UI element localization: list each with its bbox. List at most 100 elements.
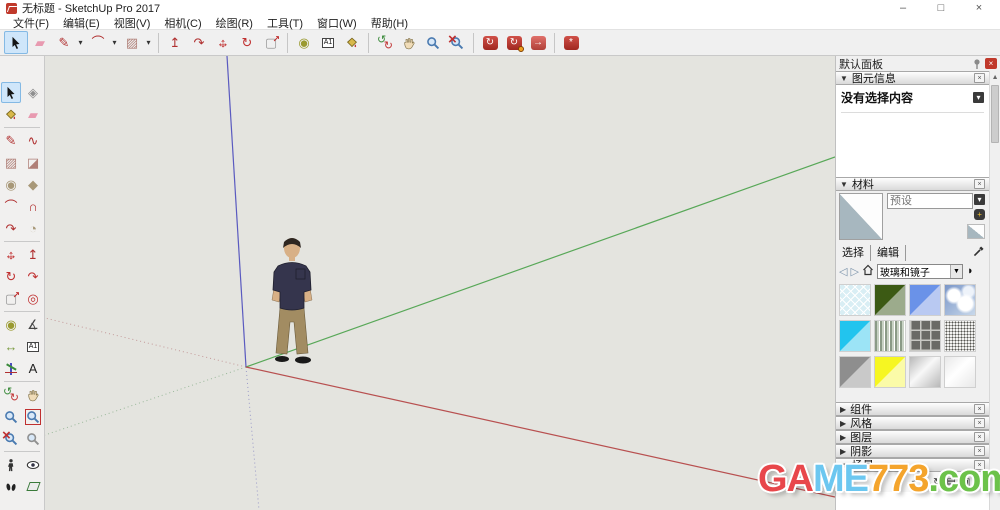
- line-dropdown-icon[interactable]: ▾: [76, 38, 85, 47]
- material-swatch-glass-yellow[interactable]: [874, 356, 906, 388]
- eraser-tool[interactable]: ▰: [23, 104, 43, 125]
- panel-components-close-button[interactable]: ×: [974, 404, 986, 414]
- material-swatch-glass-obscure[interactable]: [944, 320, 976, 352]
- entity-info-header[interactable]: ▼ 图元信息 ×: [836, 71, 990, 85]
- three-point-arc-tool[interactable]: ↷: [1, 218, 21, 239]
- circle-tool[interactable]: ◉: [1, 174, 21, 195]
- menu-tools[interactable]: 工具(T): [260, 16, 310, 30]
- dimension-tool[interactable]: ↔: [1, 336, 21, 357]
- rectangle-dropdown-icon[interactable]: ▾: [144, 38, 153, 47]
- tape-measure-tool[interactable]: ◉: [1, 314, 21, 335]
- material-swatch-glass-lattice[interactable]: [839, 284, 871, 316]
- scale-tool[interactable]: ▢ ↗: [259, 31, 283, 54]
- get-models-tool[interactable]: ↻: [478, 31, 502, 54]
- tab-select[interactable]: 选择: [840, 244, 871, 261]
- paint-bucket-tool[interactable]: [340, 31, 364, 54]
- 3d-text-tool[interactable]: A: [23, 358, 43, 379]
- material-swatch-glass-dark-green[interactable]: [874, 284, 906, 316]
- person-figure[interactable]: [271, 238, 313, 364]
- menu-edit[interactable]: 编辑(E): [56, 16, 107, 30]
- look-around-tool[interactable]: [23, 454, 43, 475]
- select-tool[interactable]: [4, 31, 28, 54]
- panel-scrollbar[interactable]: ▲: [989, 71, 1000, 510]
- material-swatch-glass-block[interactable]: [909, 320, 941, 352]
- move-tool[interactable]: ↔ ↕: [1, 244, 21, 265]
- material-name-input[interactable]: [887, 193, 973, 209]
- extension-warehouse-tool[interactable]: *: [559, 31, 583, 54]
- rotated-rectangle-tool[interactable]: ◪: [23, 152, 43, 173]
- pin-icon[interactable]: [971, 58, 983, 70]
- forward-arrow-icon[interactable]: ▷: [850, 265, 858, 278]
- collection-dropdown[interactable]: 玻璃和镜子 ▼: [876, 263, 963, 279]
- line-tool[interactable]: ✎: [52, 31, 76, 54]
- secondary-pane-icon[interactable]: ◗: [967, 265, 974, 277]
- walk-tool[interactable]: [1, 476, 21, 497]
- material-swatch-glass-gray[interactable]: [839, 356, 871, 388]
- menu-camera[interactable]: 相机(C): [157, 16, 208, 30]
- zoom-extents-tool[interactable]: ×: [1, 428, 21, 449]
- panel-styles-header[interactable]: ▶ 风格 ×: [836, 416, 990, 430]
- line-tool[interactable]: ✎: [1, 130, 21, 151]
- two-point-arc-tool[interactable]: ∩: [23, 196, 43, 217]
- material-swatch-glass-clear[interactable]: [944, 356, 976, 388]
- menu-draw[interactable]: 绘图(R): [209, 16, 260, 30]
- zoom-extents-tool[interactable]: ×: [445, 31, 469, 54]
- panel-styles-close-button[interactable]: ×: [974, 418, 986, 428]
- tape-measure-tool[interactable]: ◉: [292, 31, 316, 54]
- maximize-button[interactable]: □: [922, 0, 960, 16]
- zoom-tool[interactable]: [1, 406, 21, 427]
- toggle-details-icon[interactable]: ▾: [973, 92, 985, 103]
- orbit-tool[interactable]: ↺ ↻: [373, 31, 397, 54]
- text-tool[interactable]: A1: [23, 336, 43, 357]
- rectangle-tool[interactable]: ▨: [120, 31, 144, 54]
- zoom-window-tool[interactable]: [23, 406, 43, 427]
- text-tool[interactable]: A1: [316, 31, 340, 54]
- protractor-tool[interactable]: ∡: [23, 314, 43, 335]
- tray-close-button[interactable]: ×: [985, 58, 997, 69]
- material-swatch-mirror[interactable]: [909, 356, 941, 388]
- menu-window[interactable]: 窗口(W): [310, 16, 364, 30]
- material-swatch-glass-fluted[interactable]: [874, 320, 906, 352]
- scale-tool[interactable]: ▢ ↗: [1, 288, 21, 309]
- create-material-icon[interactable]: +: [974, 209, 986, 220]
- close-button[interactable]: ×: [960, 0, 998, 16]
- default-material-swatch[interactable]: [967, 224, 986, 239]
- share-model-tool[interactable]: ↻: [502, 31, 526, 54]
- select-tool[interactable]: [1, 82, 21, 103]
- display-pane-icon[interactable]: ▾: [974, 194, 986, 205]
- pan-tool[interactable]: [397, 31, 421, 54]
- paint-bucket-tool[interactable]: [1, 104, 21, 125]
- rotate-tool[interactable]: ↻: [235, 31, 259, 54]
- material-swatch-glass-sky-reflection[interactable]: [944, 284, 976, 316]
- previous-tool[interactable]: [23, 428, 43, 449]
- menu-file[interactable]: 文件(F): [6, 16, 56, 30]
- arc-dropdown-icon[interactable]: ▾: [110, 38, 119, 47]
- follow-me-tool[interactable]: ↷: [187, 31, 211, 54]
- tab-edit[interactable]: 编辑: [871, 244, 906, 261]
- panel-layers-close-button[interactable]: ×: [974, 432, 986, 442]
- rotate-tool[interactable]: ↻: [1, 266, 21, 287]
- zoom-tool[interactable]: [421, 31, 445, 54]
- push-pull-tool[interactable]: ↥: [163, 31, 187, 54]
- materials-close-button[interactable]: ×: [974, 179, 986, 189]
- back-arrow-icon[interactable]: ◁: [839, 265, 847, 278]
- eraser-tool[interactable]: ▰: [28, 31, 52, 54]
- share-component-tool[interactable]: →: [526, 31, 550, 54]
- model-viewport[interactable]: [45, 56, 835, 510]
- axes-tool[interactable]: [1, 358, 21, 379]
- panel-shadows-close-button[interactable]: ×: [974, 446, 986, 456]
- entity-info-close-button[interactable]: ×: [974, 73, 986, 83]
- pan-tool[interactable]: [23, 384, 43, 405]
- push-pull-tool[interactable]: ↥: [23, 244, 43, 265]
- make-component-tool[interactable]: ◈: [23, 82, 43, 103]
- home-icon[interactable]: [862, 264, 874, 279]
- arc-tool[interactable]: ⌒: [1, 196, 21, 217]
- freehand-tool[interactable]: ∿: [23, 130, 43, 151]
- scrollbar-thumb[interactable]: [991, 85, 999, 143]
- panel-components-header[interactable]: ▶ 组件 ×: [836, 402, 990, 416]
- dropdown-arrow-icon[interactable]: ▼: [949, 264, 962, 278]
- panel-layers-header[interactable]: ▶ 图层 ×: [836, 430, 990, 444]
- scroll-up-icon[interactable]: ▲: [990, 71, 1000, 83]
- panel-shadows-header[interactable]: ▶ 阴影 ×: [836, 444, 990, 458]
- pie-tool[interactable]: ◔: [23, 218, 43, 239]
